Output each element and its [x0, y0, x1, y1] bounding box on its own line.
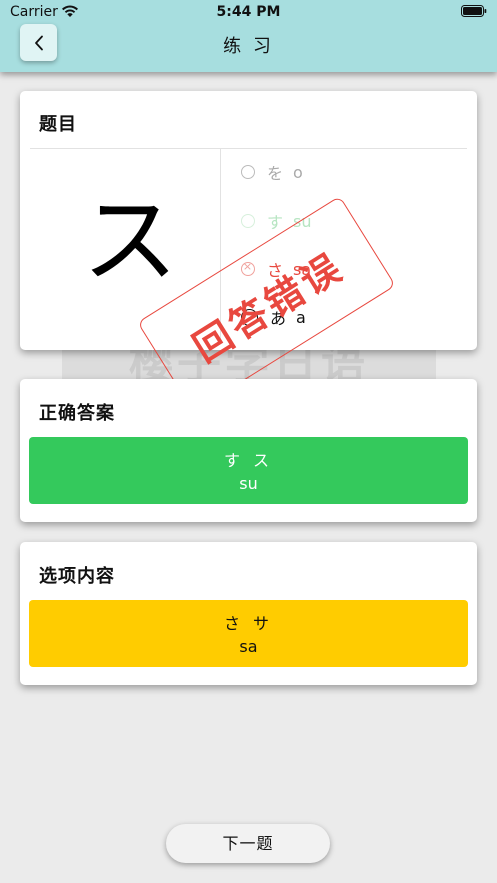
correct-answer-title: 正确答案 [39, 403, 115, 424]
status-time: 5:44 PM [216, 4, 281, 20]
chosen-option-kana: さ サ [223, 614, 274, 633]
option-kana: を [267, 164, 284, 183]
radio-icon [241, 165, 255, 179]
question-card: 题目 ス を o す su さ sa あ a 回答错误 [20, 91, 477, 413]
divider [30, 148, 467, 149]
question-character: ス [82, 185, 178, 297]
correct-answer-box: す ス su [29, 437, 468, 504]
correct-answer-card: 正确答案 す ス su [20, 379, 477, 522]
correct-answer-kana: す ス [223, 451, 274, 470]
navigation-header: Carrier 5:44 PM 练 习 [0, 0, 497, 72]
option-kana: す [267, 213, 284, 232]
option-romaji: o [293, 162, 303, 182]
chosen-option-card: 选项内容 さ サ sa [20, 542, 477, 685]
chosen-option-box: さ サ sa [29, 600, 468, 667]
chosen-option-title: 选项内容 [39, 566, 115, 587]
option-o[interactable]: を o [241, 160, 303, 184]
next-question-button[interactable]: 下一题 [166, 824, 330, 863]
status-bar: Carrier 5:44 PM [0, 0, 497, 24]
question-title: 题目 [39, 114, 77, 135]
chosen-option-romaji: sa [239, 637, 258, 656]
page-title: 练 习 [223, 36, 274, 57]
battery-icon [461, 5, 487, 17]
correct-answer-romaji: su [239, 474, 258, 493]
radio-icon [241, 214, 255, 228]
